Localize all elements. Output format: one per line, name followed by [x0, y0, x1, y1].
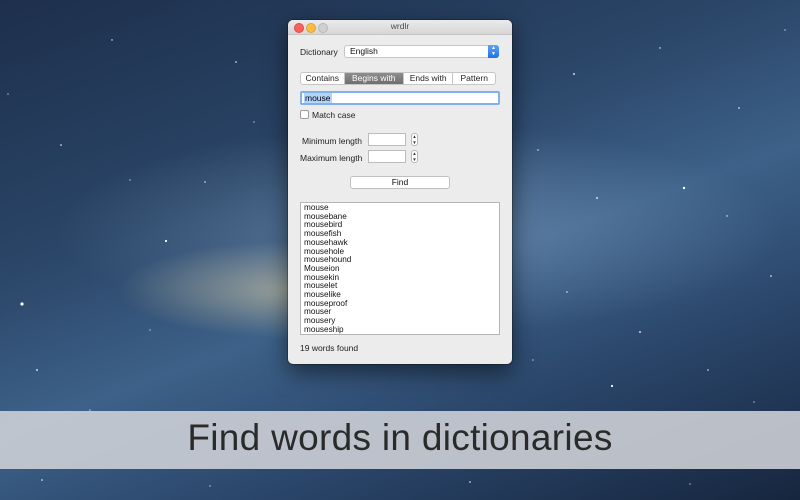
find-button[interactable]: Find: [350, 176, 450, 189]
status-text: 19 words found: [300, 343, 359, 353]
search-mode-control: Contains Begins with Ends with Pattern: [300, 72, 496, 85]
match-case-label: Match case: [312, 110, 356, 120]
search-input-value: mouse: [304, 93, 332, 103]
window-title: wrdlr: [390, 21, 410, 31]
minimum-length-field[interactable]: [368, 133, 406, 146]
mode-pattern[interactable]: Pattern: [453, 73, 495, 84]
maximum-length-label: Maximum length: [300, 153, 363, 163]
search-input[interactable]: mouse: [300, 91, 500, 105]
maximum-length-field[interactable]: [368, 150, 406, 163]
select-arrows-icon: ▲ ▼: [488, 45, 499, 58]
app-window: wrdlr Dictionary English ▲ ▼ Contains Beg…: [288, 20, 512, 364]
dictionary-select[interactable]: English ▲ ▼: [344, 45, 499, 58]
list-item[interactable]: mouseship: [301, 325, 499, 334]
match-case-checkbox[interactable]: [300, 110, 309, 119]
mode-contains[interactable]: Contains: [301, 73, 345, 84]
minimum-length-label: Minimum length: [302, 136, 362, 146]
dictionary-label: Dictionary: [300, 47, 338, 57]
mode-begins-with[interactable]: Begins with: [344, 73, 404, 84]
dictionary-selected-value: English: [350, 46, 378, 56]
results-list[interactable]: mouse mousebane mousebird mousefish mous…: [300, 202, 500, 335]
minimum-length-stepper[interactable]: ▲ ▼: [411, 133, 418, 146]
mode-ends-with[interactable]: Ends with: [404, 73, 454, 84]
title-bar[interactable]: wrdlr: [288, 20, 512, 35]
banner-tagline: Find words in dictionaries: [187, 417, 613, 458]
maximum-length-stepper[interactable]: ▲ ▼: [411, 150, 418, 163]
promo-banner: Find words in dictionaries: [0, 411, 800, 469]
